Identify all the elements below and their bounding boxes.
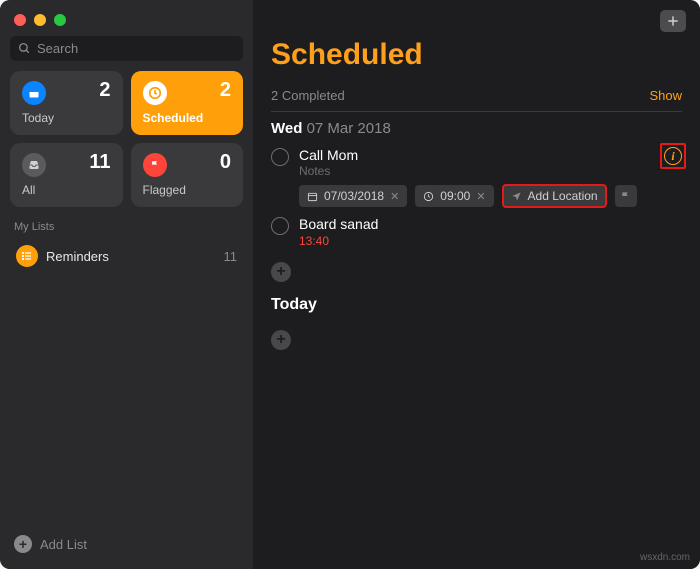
day-of-week: Wed bbox=[271, 120, 302, 137]
completed-count: 2 Completed bbox=[271, 88, 345, 103]
card-flagged-label: Flagged bbox=[143, 183, 232, 197]
toolbar bbox=[660, 10, 686, 32]
window-controls bbox=[10, 8, 243, 36]
search-placeholder: Search bbox=[37, 41, 78, 56]
info-button[interactable]: i bbox=[664, 147, 682, 165]
page-title: Scheduled bbox=[271, 38, 682, 72]
reminder-body: Call Mom Notes 07/03/2018 ✕ 09:0 bbox=[299, 147, 682, 208]
clear-date-button[interactable]: ✕ bbox=[390, 190, 399, 203]
summary-row: 2 Completed Show bbox=[271, 88, 682, 112]
show-completed-button[interactable]: Show bbox=[649, 88, 682, 103]
list-icon bbox=[16, 245, 38, 267]
card-today-count: 2 bbox=[99, 79, 110, 102]
add-list-label: Add List bbox=[40, 537, 87, 552]
my-lists-header: My Lists bbox=[14, 221, 239, 233]
search-icon bbox=[18, 42, 31, 55]
location-pill[interactable]: Add Location bbox=[502, 184, 607, 208]
reminder-title: Board sanad bbox=[299, 216, 682, 232]
new-reminder-button[interactable] bbox=[660, 10, 686, 32]
watermark: wsxdn.com bbox=[640, 552, 690, 563]
card-all-label: All bbox=[22, 183, 111, 197]
search-field[interactable]: Search bbox=[10, 36, 243, 61]
reminder-body[interactable]: Board sanad 13:40 bbox=[299, 216, 682, 248]
close-window-button[interactable] bbox=[14, 14, 26, 26]
time-pill-value: 09:00 bbox=[440, 189, 470, 203]
today-section-header: Today bbox=[271, 296, 682, 314]
card-scheduled[interactable]: 2 Scheduled bbox=[131, 71, 244, 135]
clock-icon bbox=[143, 81, 167, 105]
tray-icon bbox=[22, 153, 46, 177]
list-count: 11 bbox=[224, 249, 238, 264]
card-today[interactable]: 2 Today bbox=[10, 71, 123, 135]
minimize-window-button[interactable] bbox=[34, 14, 46, 26]
card-today-label: Today bbox=[22, 111, 111, 125]
reminder-title-input[interactable]: Call Mom bbox=[299, 147, 682, 163]
day-date: 07 Mar 2018 bbox=[307, 120, 391, 137]
card-all-count: 11 bbox=[89, 151, 110, 174]
reminder-notes-input[interactable]: Notes bbox=[299, 164, 682, 178]
reminder-detail-pills: 07/03/2018 ✕ 09:00 ✕ Add L bbox=[299, 184, 682, 208]
reminder-item: Board sanad 13:40 bbox=[271, 216, 682, 248]
complete-toggle[interactable] bbox=[271, 217, 289, 235]
calendar-icon bbox=[22, 81, 46, 105]
flag-icon bbox=[143, 153, 167, 177]
calendar-small-icon bbox=[307, 191, 318, 202]
add-reminder-button-today[interactable]: + bbox=[271, 330, 291, 350]
card-all[interactable]: 11 All bbox=[10, 143, 123, 207]
flag-toggle[interactable] bbox=[615, 185, 637, 207]
fullscreen-window-button[interactable] bbox=[54, 14, 66, 26]
smart-list-cards: 2 Today 2 Scheduled 11 All bbox=[10, 71, 243, 207]
list-row-reminders[interactable]: Reminders 11 bbox=[10, 239, 243, 273]
plus-icon: + bbox=[14, 535, 32, 553]
clear-time-button[interactable]: ✕ bbox=[476, 190, 485, 203]
add-list-button[interactable]: + Add List bbox=[10, 529, 243, 559]
reminder-item-editing: Call Mom Notes 07/03/2018 ✕ 09:0 bbox=[271, 147, 682, 208]
location-pill-label: Add Location bbox=[528, 189, 598, 203]
complete-toggle[interactable] bbox=[271, 148, 289, 166]
card-flagged[interactable]: 0 Flagged bbox=[131, 143, 244, 207]
info-highlight: i bbox=[660, 143, 686, 169]
date-pill-value: 07/03/2018 bbox=[324, 189, 384, 203]
list-name: Reminders bbox=[46, 249, 216, 264]
app-window: Search 2 Today 2 Scheduled bbox=[0, 0, 700, 569]
day-header: Wed 07 Mar 2018 bbox=[271, 120, 682, 137]
card-scheduled-label: Scheduled bbox=[143, 111, 232, 125]
main-content: Scheduled 2 Completed Show Wed 07 Mar 20… bbox=[253, 0, 700, 569]
date-pill[interactable]: 07/03/2018 ✕ bbox=[299, 185, 407, 207]
card-flagged-count: 0 bbox=[220, 151, 231, 174]
card-scheduled-count: 2 bbox=[220, 79, 231, 102]
clock-small-icon bbox=[423, 191, 434, 202]
add-reminder-button-wed[interactable]: + bbox=[271, 262, 291, 282]
location-arrow-icon bbox=[511, 191, 522, 202]
sidebar: Search 2 Today 2 Scheduled bbox=[0, 0, 253, 569]
time-pill[interactable]: 09:00 ✕ bbox=[415, 185, 493, 207]
reminder-due-time: 13:40 bbox=[299, 234, 682, 248]
